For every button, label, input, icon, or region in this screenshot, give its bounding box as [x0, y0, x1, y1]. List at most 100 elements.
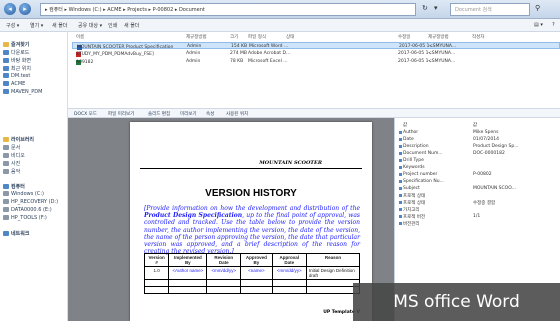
sidebar-item-acme[interactable]: ACME	[3, 81, 25, 87]
property-icon	[399, 131, 402, 134]
sidebar-item-music[interactable]: 음악	[3, 168, 20, 175]
refresh-icon[interactable]: ↻	[422, 4, 428, 12]
tab-preview[interactable]: 미리보기	[180, 111, 197, 117]
property-row[interactable]: Specification Nu...	[399, 179, 559, 186]
property-row[interactable]: 프로젝 버전 1/1	[399, 214, 559, 221]
column-creator[interactable]: 작성자	[472, 34, 484, 40]
address-bar[interactable]: ▸ 컴퓨터 ▸ Windows (C:) ▸ ACME ▸ Projects ▸…	[40, 3, 416, 16]
tab-properties[interactable]: 속성	[206, 111, 214, 117]
folder-icon	[3, 58, 9, 63]
menu-print[interactable]: 인쇄	[108, 22, 117, 29]
sidebar-item-drive-c[interactable]: Windows (C:)	[3, 191, 44, 197]
column-size[interactable]: 크기	[230, 34, 238, 40]
back-arrow-icon[interactable]: ◂	[4, 3, 16, 15]
tab-file-preview[interactable]: 파일 미리보기	[108, 111, 134, 117]
table-cell	[206, 279, 242, 287]
property-icon	[399, 215, 402, 218]
column-modified[interactable]: 수정일	[398, 34, 410, 40]
help-icon[interactable]: ?	[552, 22, 555, 28]
menu-open[interactable]: 열기 ▾	[30, 22, 43, 29]
table-header: Implemented By	[168, 253, 208, 267]
document-page: MOUNTAIN SCOOTER VERSION HISTORY [Provid…	[130, 122, 372, 321]
chevron-down-icon[interactable]: ▾	[434, 4, 438, 12]
search-icon[interactable]: ⚲	[535, 4, 540, 12]
sidebar-item-drive-d[interactable]: HP_RECOVERY (D:)	[3, 199, 58, 205]
computer-heading[interactable]: 컴퓨터	[3, 183, 25, 190]
network-heading[interactable]: 네트워크	[3, 230, 29, 237]
drive-icon	[3, 207, 9, 212]
sidebar-item-dmtest[interactable]: DM.test	[3, 73, 30, 79]
libraries-heading[interactable]: 라이브러리	[3, 136, 34, 143]
property-icon	[399, 173, 402, 176]
table-cell	[271, 279, 307, 287]
sidebar-item-drive-e[interactable]: DATA0000.6 (E:)	[3, 207, 52, 213]
drive-icon	[3, 191, 9, 196]
property-row[interactable]: Document Num... DOC-0000182	[399, 151, 559, 158]
tab-solid-edit[interactable]: 솔리드 편집	[148, 111, 170, 117]
property-icon	[399, 194, 402, 197]
table-cell	[240, 286, 273, 294]
sidebar-item-downloads[interactable]: 다운로드	[3, 49, 29, 56]
property-icon	[399, 152, 402, 155]
header-rule	[140, 168, 362, 169]
table-cell: <mm/dd/yy>	[206, 266, 242, 280]
sidebar-item-drive-f[interactable]: HP_TOOLS (F:)	[3, 215, 47, 221]
forward-arrow-icon[interactable]: ▸	[19, 3, 31, 15]
file-type: Adobe Acrobat D...	[248, 51, 291, 56]
property-row[interactable]: Project number P-00802	[399, 172, 559, 179]
property-row[interactable]: 버전관리	[399, 221, 559, 228]
table-cell	[206, 286, 242, 294]
file-author: Admin	[186, 51, 201, 56]
picture-icon	[3, 161, 9, 166]
property-row[interactable]: Author Mike Spens	[399, 130, 559, 137]
property-row[interactable]: Date 01/07/2014	[399, 137, 559, 144]
table-header: Revision Date	[206, 253, 242, 267]
navigation-pane: 즐겨찾기 다운로드 바탕 화면 최근 위치 DM.test ACME MAVEN…	[0, 32, 68, 321]
column-name[interactable]: 이름	[76, 34, 84, 40]
table-cell: <name>	[240, 266, 273, 280]
document-preview[interactable]: MOUNTAIN SCOOTER VERSION HISTORY [Provid…	[68, 118, 394, 321]
column-author[interactable]: 제규정방법	[186, 34, 207, 40]
menu-share[interactable]: 공유 대상 ▾	[78, 22, 102, 29]
column-type[interactable]: 파일 형식	[248, 34, 266, 40]
property-row[interactable]: Subject MOUNTAIN SCOO...	[399, 186, 559, 193]
table-cell	[271, 286, 307, 294]
document-title: VERSION HISTORY	[205, 188, 297, 199]
search-input[interactable]: Document 검색	[450, 3, 530, 16]
property-row[interactable]: 프로젝 상태 수정중 결함	[399, 200, 559, 207]
file-type: Microsoft Excel ...	[248, 59, 288, 64]
menu-new-folder-2[interactable]: 새 폴더	[124, 22, 139, 29]
preview-tabs: DOCX 모드 파일 미리보기 솔리드 편집 미리보기 속성 사용된 위치	[68, 108, 560, 118]
property-row[interactable]: Drill Type	[399, 158, 559, 165]
table-header: Reason	[305, 253, 361, 267]
document-footer: UP Template V	[323, 310, 360, 315]
table-row[interactable]: MOUNTAIN SCOOTER Product Specification A…	[72, 42, 560, 50]
table-row[interactable]: STUDY_MY_PDM_PDMAdvBuy_FSE] Admin 274 MB…	[72, 50, 560, 57]
music-icon	[3, 169, 9, 174]
column-owner[interactable]: 제규정방법	[428, 34, 449, 40]
table-cell	[168, 286, 208, 294]
column-status[interactable]: 상태	[286, 34, 294, 40]
view-options-icon[interactable]: ▤ ▾	[534, 22, 543, 28]
table-cell	[305, 279, 361, 287]
menu-new-folder[interactable]: 새 폴더	[52, 22, 67, 29]
sidebar-item-documents[interactable]: 문서	[3, 144, 20, 151]
property-icon	[399, 159, 402, 162]
favorites-heading[interactable]: 즐겨찾기	[3, 41, 29, 48]
table-cell	[305, 286, 361, 294]
file-type: Microsoft Word ...	[249, 44, 289, 49]
sidebar-item-desktop[interactable]: 바탕 화면	[3, 57, 31, 64]
property-row[interactable]: 가치고리	[399, 207, 559, 214]
property-icon	[399, 145, 402, 148]
tab-docx-mode[interactable]: DOCX 모드	[74, 111, 97, 117]
menu-organize[interactable]: 구성 ▾	[6, 22, 19, 29]
tab-where-used[interactable]: 사용된 위치	[226, 111, 248, 117]
sidebar-item-pictures[interactable]: 사진	[3, 160, 20, 167]
property-row[interactable]: Description Product Design Sp...	[399, 144, 559, 151]
property-row[interactable]: Keywords	[399, 165, 559, 172]
sidebar-item-recent[interactable]: 최근 위치	[3, 65, 31, 72]
table-row[interactable]: A09182 Admin 78 KB Microsoft Excel ... 2…	[72, 58, 560, 65]
property-row[interactable]: 프로젝 상태	[399, 193, 559, 200]
sidebar-item-videos[interactable]: 비디오	[3, 152, 25, 159]
sidebar-item-maven[interactable]: MAVEN_PDM	[3, 89, 42, 95]
